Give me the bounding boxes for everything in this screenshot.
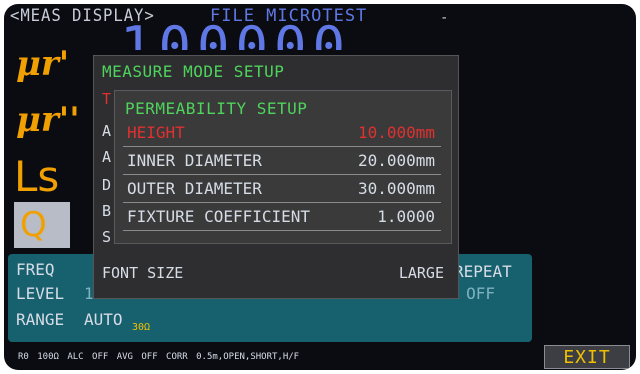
option-letter[interactable]: A xyxy=(102,148,111,166)
range-ohms: 30Ω xyxy=(132,322,151,333)
inner-diameter-label: INNER DIAMETER xyxy=(127,151,262,170)
option-letter[interactable]: B xyxy=(102,202,111,220)
option-letter[interactable]: S xyxy=(102,228,111,246)
font-size-row[interactable]: FONT SIZE LARGE xyxy=(94,264,458,284)
inner-diameter-row[interactable]: INNER DIAMETER 20.000mm xyxy=(123,149,441,173)
height-value[interactable]: 10.000mm xyxy=(358,123,435,142)
option-letter[interactable]: D xyxy=(102,176,111,194)
instrument-screen: <MEAS DISPLAY> FILE MICROTEST - 100000 μ… xyxy=(4,4,636,370)
level-label[interactable]: LEVEL xyxy=(16,284,64,303)
font-size-label: FONT SIZE xyxy=(102,264,184,282)
param-q[interactable]: Q xyxy=(14,202,70,248)
font-size-value: LARGE xyxy=(398,264,444,282)
row-divider xyxy=(123,174,441,175)
inner-diameter-value[interactable]: 20.000mm xyxy=(358,151,435,170)
param-mu-real[interactable]: μr' xyxy=(16,44,69,84)
repeat-label[interactable]: REPEAT xyxy=(454,262,512,281)
range-label[interactable]: RANGE xyxy=(16,310,64,329)
option-letter[interactable]: T xyxy=(102,90,111,108)
option-letter[interactable]: A xyxy=(102,122,111,140)
status-indicator: - xyxy=(440,10,449,26)
permeability-setup-dialog: PERMEABILITY SETUP HEIGHT 10.000mm INNER… xyxy=(114,90,452,244)
footer-status: R0 100Ω ALC OFF AVG OFF CORR 0.5m,OPEN,S… xyxy=(18,352,300,362)
row-divider xyxy=(123,230,441,231)
outer-diameter-value[interactable]: 30.000mm xyxy=(358,179,435,198)
dialog-title: PERMEABILITY SETUP xyxy=(125,99,308,118)
row-divider xyxy=(123,202,441,203)
param-mu-imag[interactable]: μr'' xyxy=(16,100,80,140)
height-label: HEIGHT xyxy=(127,123,185,142)
outer-diameter-label: OUTER DIAMETER xyxy=(127,179,262,198)
height-row[interactable]: HEIGHT 10.000mm xyxy=(123,121,441,145)
param-ls[interactable]: Ls xyxy=(14,152,59,201)
dialog-title: MEASURE MODE SETUP xyxy=(102,62,285,81)
fixture-coefficient-row[interactable]: FIXTURE COEFFICIENT 1.0000 xyxy=(123,205,441,229)
primary-reading: 100000 xyxy=(120,22,351,50)
outer-diameter-row[interactable]: OUTER DIAMETER 30.000mm xyxy=(123,177,441,201)
fixture-coefficient-label: FIXTURE COEFFICIENT xyxy=(127,207,311,226)
exit-button[interactable]: EXIT xyxy=(544,345,630,369)
row-divider xyxy=(123,146,441,147)
range-value[interactable]: AUTO xyxy=(84,310,123,329)
fixture-coefficient-value[interactable]: 1.0000 xyxy=(377,207,435,226)
freq-label[interactable]: FREQ xyxy=(16,260,55,279)
